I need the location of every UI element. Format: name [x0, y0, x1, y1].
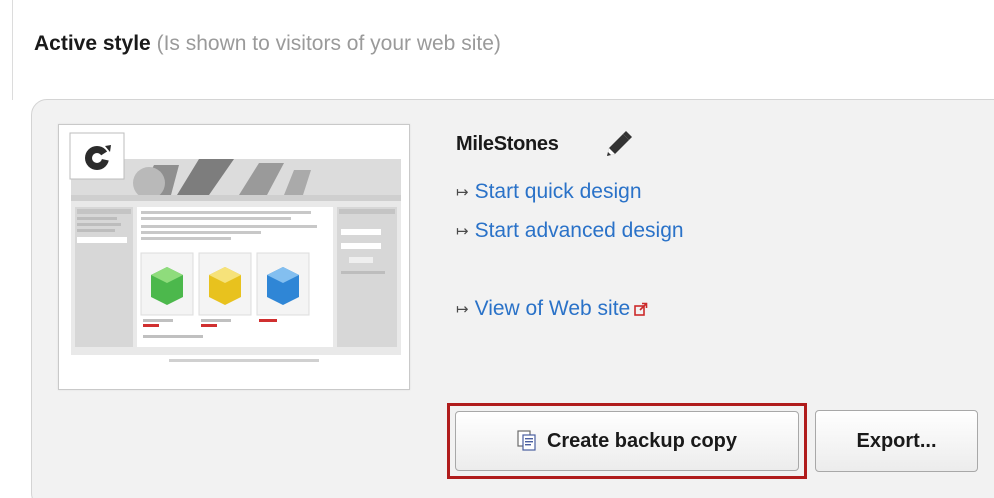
design-style-page: Active style (Is shown to visitors of yo… [0, 0, 994, 498]
arrow-right-icon: ↦ [456, 184, 469, 201]
style-name: MileStones [456, 133, 559, 155]
arrow-right-icon: ↦ [456, 223, 469, 240]
arrow-right-icon: ↦ [456, 301, 469, 318]
create-backup-copy-button[interactable]: Create backup copy [455, 411, 799, 471]
refresh-icon [69, 132, 125, 180]
start-advanced-design-label: Start advanced design [474, 219, 684, 242]
section-title: Active style [34, 32, 151, 55]
style-preview-thumbnail[interactable] [58, 124, 410, 390]
export-button[interactable]: Export... [815, 410, 978, 472]
section-heading: Active style (Is shown to visitors of yo… [34, 30, 501, 58]
view-web-site-link[interactable]: ↦ View of Web site [456, 296, 648, 323]
style-preview-image [59, 125, 409, 362]
export-label: Export... [856, 429, 937, 452]
create-backup-copy-label: Create backup copy [546, 429, 738, 452]
start-advanced-design-link[interactable]: ↦ Start advanced design [456, 218, 684, 245]
start-quick-design-link[interactable]: ↦ Start quick design [456, 179, 642, 206]
view-web-site-label: View of Web site [474, 297, 631, 320]
start-quick-design-label: Start quick design [474, 180, 642, 203]
pencil-icon[interactable] [603, 130, 633, 160]
document-copy-icon [517, 430, 536, 451]
section-note: (Is shown to visitors of your web site) [156, 32, 501, 55]
external-link-icon [634, 302, 648, 316]
left-divider [12, 0, 13, 100]
